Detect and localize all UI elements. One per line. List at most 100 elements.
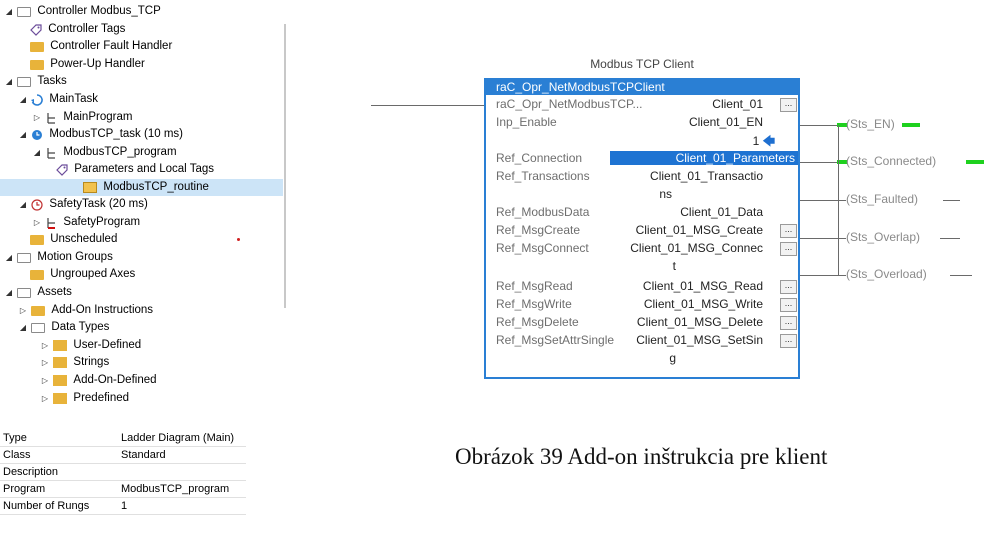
- output-coil-sts-connected[interactable]: (Sts_Connected): [846, 154, 936, 168]
- energized-indicator: [966, 160, 984, 164]
- output-wire: [800, 275, 846, 276]
- tree-item-modbustcp-task[interactable]: ◢ ModbusTCP_task (10 ms): [18, 126, 183, 143]
- add-on-instruction-block[interactable]: raC_Opr_NetModbusTCPClient raC_Opr_NetMo…: [484, 78, 800, 379]
- controller-organizer-tree: ◢ Controller Modbus_TCP Controller Tags …: [0, 0, 283, 424]
- output-wire: [943, 200, 960, 201]
- figure-caption: Obrázok 39 Add-on inštrukcia pre klient: [455, 444, 828, 469]
- tree-item-unscheduled[interactable]: Unscheduled: [30, 231, 117, 248]
- param-name: Ref_Connection: [496, 151, 583, 165]
- param-value[interactable]: Client_01: [712, 97, 763, 111]
- tree-item-ungrouped-axes[interactable]: Ungrouped Axes: [30, 266, 135, 283]
- browse-button[interactable]: ...: [780, 334, 797, 348]
- tree-item-power-up-handler[interactable]: Power-Up Handler: [30, 56, 145, 73]
- param-value-wrap: t: [672, 259, 676, 273]
- red-dot-marker: [237, 238, 240, 241]
- param-value[interactable]: Client_01_EN: [689, 115, 763, 129]
- expand-arrow-icon[interactable]: ▷: [18, 302, 28, 319]
- collapse-arrow-icon[interactable]: ◢: [4, 73, 14, 90]
- tree-item-modbustcp-program[interactable]: ◢ ModbusTCP_program: [32, 144, 177, 161]
- param-value[interactable]: Client_01_MSG_Delete: [637, 315, 763, 329]
- param-name: raC_Opr_NetModbusTCP...: [496, 97, 643, 111]
- folder-icon: [30, 41, 44, 52]
- tree-item-strings[interactable]: ▷ Strings: [40, 354, 109, 371]
- energized-indicator: [902, 123, 920, 127]
- collapse-arrow-icon[interactable]: ◢: [32, 144, 42, 161]
- folder-open-icon: [17, 6, 32, 17]
- folder-open-icon: [17, 252, 32, 263]
- collapse-arrow-icon[interactable]: ◢: [18, 91, 28, 108]
- tree-item-safetyprogram[interactable]: ▷ SafetyProgram: [32, 214, 140, 231]
- param-name: Ref_MsgDelete: [496, 315, 579, 329]
- param-value[interactable]: Client_01_MSG_Read: [643, 279, 763, 293]
- output-coil-sts-overlap[interactable]: (Sts_Overlap): [846, 230, 920, 244]
- folder-open-icon: [17, 76, 32, 87]
- param-value-wrap: ns: [659, 187, 672, 201]
- param-value[interactable]: Client_01_MSG_SetSin: [636, 333, 763, 347]
- tree-item-parameters-local-tags[interactable]: Parameters and Local Tags: [56, 161, 214, 178]
- tree-item-add-on-instructions[interactable]: ▷ Add-On Instructions: [18, 302, 153, 319]
- collapse-arrow-icon[interactable]: ◢: [4, 284, 14, 301]
- collapse-arrow-icon[interactable]: ◢: [18, 319, 28, 336]
- tree-item-controller[interactable]: ◢ Controller Modbus_TCP: [4, 3, 161, 20]
- expand-arrow-icon[interactable]: ▷: [40, 372, 50, 389]
- tree-item-motion-groups[interactable]: ◢ Motion Groups: [4, 249, 113, 266]
- param-value[interactable]: Client_01_Transactio: [650, 169, 763, 183]
- collapse-arrow-icon[interactable]: ◢: [4, 249, 14, 266]
- output-coil-sts-faulted[interactable]: (Sts_Faulted): [846, 192, 918, 206]
- tree-item-add-on-defined[interactable]: ▷ Add-On-Defined: [40, 372, 157, 389]
- output-coil-sts-overload[interactable]: (Sts_Overload): [846, 267, 927, 281]
- browse-button[interactable]: ...: [780, 316, 797, 330]
- tree-item-safetytask[interactable]: ◢ SafetyTask (20 ms): [18, 196, 148, 213]
- tree-item-data-types[interactable]: ◢ Data Types: [18, 319, 109, 336]
- expand-arrow-icon[interactable]: ▷: [32, 214, 42, 231]
- param-name: Ref_MsgRead: [496, 279, 573, 293]
- tree-item-mainprogram[interactable]: ▷ MainProgram: [32, 109, 132, 126]
- safety-program-icon: [45, 217, 57, 229]
- tree-item-assets[interactable]: ◢ Assets: [4, 284, 72, 301]
- expand-arrow-icon[interactable]: ▷: [32, 109, 42, 126]
- param-name: Inp_Enable: [496, 115, 557, 129]
- program-icon: [45, 147, 57, 159]
- periodic-task-icon: [31, 198, 43, 211]
- expand-arrow-icon[interactable]: ▷: [40, 337, 50, 354]
- data-type-icon: [53, 357, 68, 368]
- expand-arrow-icon[interactable]: ▷: [40, 390, 50, 407]
- param-name: Ref_MsgConnect: [496, 241, 589, 255]
- param-value[interactable]: Client_01_MSG_Connec: [630, 241, 763, 255]
- tree-item-predefined[interactable]: ▷ Predefined: [40, 390, 129, 407]
- periodic-task-icon: [31, 129, 43, 141]
- tree-item-tasks[interactable]: ◢ Tasks: [4, 73, 67, 90]
- output-wire: [800, 200, 846, 201]
- browse-button[interactable]: ...: [780, 280, 797, 294]
- tree-item-modbustcp-routine[interactable]: ModbusTCP_routine: [0, 179, 283, 196]
- data-type-icon: [53, 375, 68, 386]
- tree-item-controller-tags[interactable]: Controller Tags: [30, 21, 125, 38]
- param-value[interactable]: Client_01_MSG_Write: [644, 297, 763, 311]
- browse-button[interactable]: ...: [780, 224, 797, 238]
- output-coil-sts-en[interactable]: (Sts_EN): [846, 117, 895, 131]
- param-value-wrap: g: [669, 351, 676, 365]
- tree-scrollbar[interactable]: [284, 24, 286, 308]
- collapse-arrow-icon[interactable]: ◢: [18, 196, 28, 213]
- param-value[interactable]: Client_01_MSG_Create: [636, 223, 763, 237]
- tree-item-maintask[interactable]: ◢ MainTask: [18, 91, 98, 108]
- rung-input-wire: [371, 105, 484, 106]
- param-value[interactable]: Client_01_Data: [680, 205, 763, 219]
- collapse-arrow-icon[interactable]: ◢: [4, 3, 14, 20]
- property-row-type: Type Ladder Diagram (Main): [0, 430, 246, 447]
- continuous-task-icon: [31, 93, 44, 106]
- browse-button[interactable]: ...: [780, 242, 797, 256]
- tree-item-controller-fault-handler[interactable]: Controller Fault Handler: [30, 38, 172, 55]
- data-type-icon: [53, 340, 68, 351]
- param-value-selected[interactable]: Client_01_Parameters: [610, 151, 798, 165]
- program-icon: [45, 112, 57, 124]
- browse-button[interactable]: ...: [780, 298, 797, 312]
- browse-button[interactable]: ...: [780, 98, 797, 112]
- property-row-description[interactable]: Description: [0, 464, 246, 481]
- expand-arrow-icon[interactable]: ▷: [40, 354, 50, 371]
- collapse-arrow-icon[interactable]: ◢: [18, 126, 28, 143]
- param-name: Ref_MsgCreate: [496, 223, 581, 237]
- output-branch-bus: [838, 125, 839, 275]
- instruction-name: raC_Opr_NetModbusTCPClient: [486, 80, 798, 95]
- tree-item-user-defined[interactable]: ▷ User-Defined: [40, 337, 141, 354]
